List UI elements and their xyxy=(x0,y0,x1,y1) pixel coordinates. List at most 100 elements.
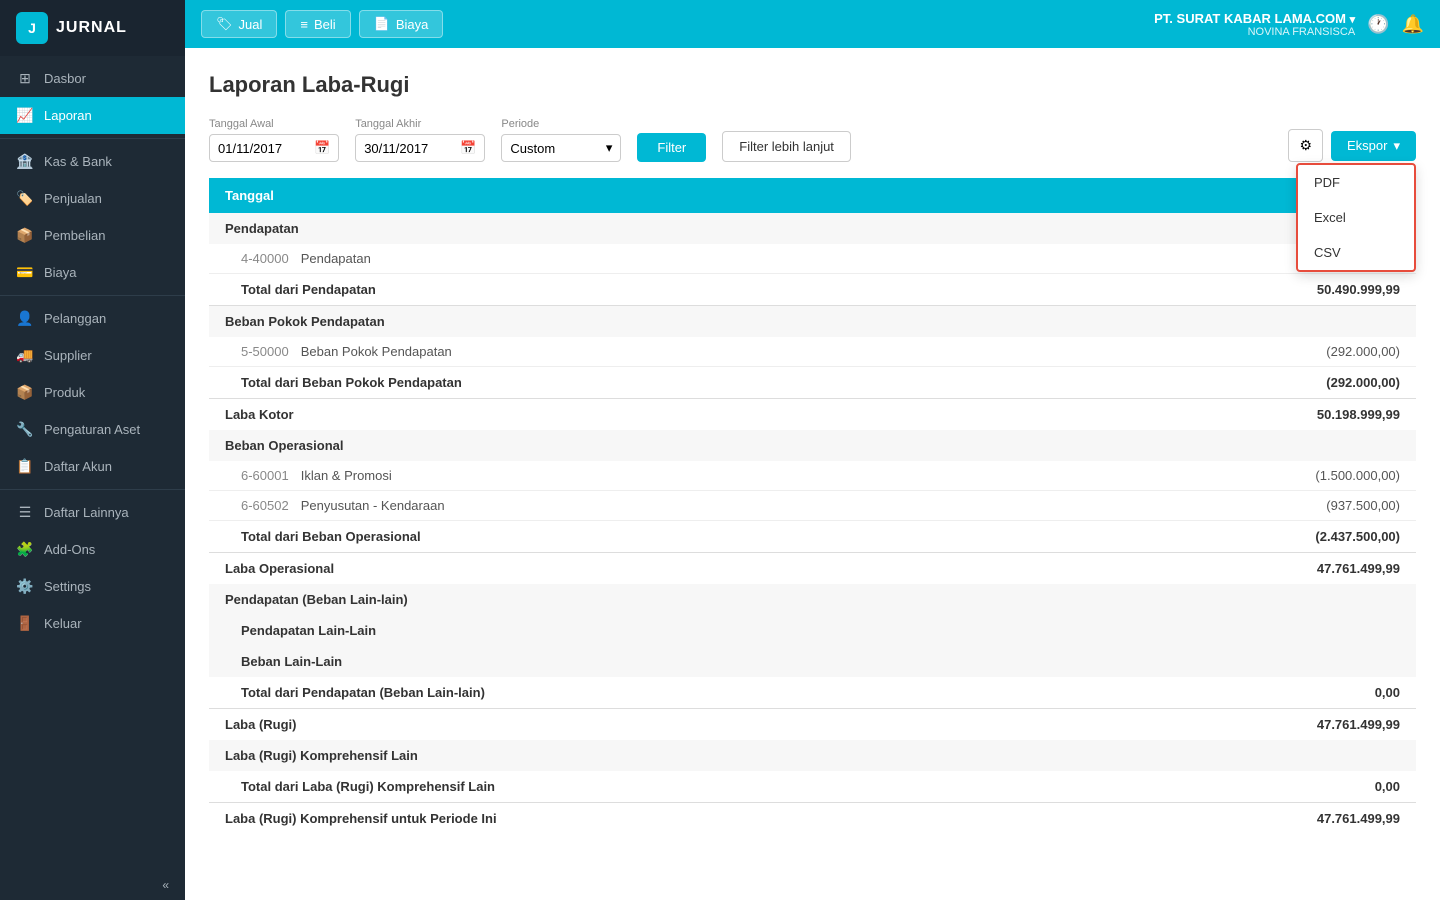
sidebar-label-biaya: Biaya xyxy=(44,265,77,280)
laba-row-value: 50.198.999,99 xyxy=(1081,399,1416,431)
produk-icon: 📦 xyxy=(16,384,34,401)
periode-label: Periode xyxy=(501,118,621,130)
sidebar-label-produk: Produk xyxy=(44,385,85,400)
company-user: NOVINA FRANSISCA xyxy=(1154,26,1355,38)
addons-icon: 🧩 xyxy=(16,541,34,558)
btn-jual-label: Jual xyxy=(239,17,263,32)
sidebar-item-dasbor[interactable]: ⊞ Dasbor xyxy=(0,60,185,97)
biaya-icon-nav: 📄 xyxy=(374,16,390,32)
logo-icon: J xyxy=(16,12,48,44)
sidebar-item-daftar-lainnya[interactable]: ☰ Daftar Lainnya xyxy=(0,494,185,531)
sidebar-label-pembelian: Pembelian xyxy=(44,228,105,243)
filter-tanggal-akhir: Tanggal Akhir 📅 xyxy=(355,118,485,162)
total-row-value: 0,00 xyxy=(1081,677,1416,709)
tanggal-akhir-label: Tanggal Akhir xyxy=(355,118,485,130)
laba-row-label: Laba Kotor xyxy=(209,399,1081,431)
top-nav: 🏷 Jual ≡ Beli 📄 Biaya PT. SURAT KABAR LA… xyxy=(185,0,1440,48)
jual-icon: 🏷 xyxy=(216,16,233,32)
total-row-label: Total dari Laba (Rugi) Komprehensif Lain xyxy=(209,771,1081,803)
section-header-cell: Pendapatan Lain-Lain xyxy=(209,615,1416,646)
btn-beli-label: Beli xyxy=(314,17,336,32)
kas-bank-icon: 🏦 xyxy=(16,153,34,170)
total-row-value: (2.437.500,00) xyxy=(1081,521,1416,553)
periode-select[interactable]: Custom ▾ xyxy=(501,134,621,162)
export-arrow-icon: ▾ xyxy=(1393,138,1400,154)
settings-button[interactable]: ⚙ xyxy=(1288,129,1323,162)
filter-button[interactable]: Filter xyxy=(637,133,706,162)
pembelian-icon: 📦 xyxy=(16,227,34,244)
row-label[interactable]: Penyusutan - Kendaraan xyxy=(301,498,445,513)
export-dropdown: PDF Excel CSV xyxy=(1296,163,1416,272)
btn-biaya[interactable]: 📄 Biaya xyxy=(359,10,444,38)
sidebar-item-produk[interactable]: 📦 Produk xyxy=(0,374,185,411)
sidebar-item-biaya[interactable]: 💳 Biaya xyxy=(0,254,185,291)
bell-icon[interactable]: 🔔 xyxy=(1402,14,1424,35)
sidebar-label-aset: Pengaturan Aset xyxy=(44,422,140,437)
sidebar-divider-3 xyxy=(0,489,185,490)
table-header-tanggal: Tanggal xyxy=(209,178,1081,213)
tanggal-awal-label: Tanggal Awal xyxy=(209,118,339,130)
sidebar-label-kas-bank: Kas & Bank xyxy=(44,154,112,169)
export-excel[interactable]: Excel xyxy=(1298,200,1414,235)
laba-row-value: 47.761.499,99 xyxy=(1081,803,1416,835)
sidebar-label-supplier: Supplier xyxy=(44,348,92,363)
sidebar: J JURNAL ⊞ Dasbor 📈 Laporan 🏦 Kas & Bank… xyxy=(0,0,185,900)
export-csv[interactable]: CSV xyxy=(1298,235,1414,270)
export-label: Ekspor xyxy=(1347,138,1387,153)
sidebar-item-kas-bank[interactable]: 🏦 Kas & Bank xyxy=(0,143,185,180)
total-row-label: Total dari Beban Pokok Pendapatan xyxy=(209,367,1081,399)
laba-row-label: Laba (Rugi) Komprehensif untuk Periode I… xyxy=(209,803,1081,835)
total-row-value: 50.490.999,99 xyxy=(1081,274,1416,306)
row-code: 6-60502 xyxy=(241,498,289,513)
sidebar-collapse-button[interactable]: « xyxy=(0,870,185,900)
main-area: 🏷 Jual ≡ Beli 📄 Biaya PT. SURAT KABAR LA… xyxy=(185,0,1440,900)
sidebar-item-penjualan[interactable]: 🏷️ Penjualan xyxy=(0,180,185,217)
row-label[interactable]: Beban Pokok Pendapatan xyxy=(301,344,452,359)
sidebar-item-pembelian[interactable]: 📦 Pembelian xyxy=(0,217,185,254)
filter-periode: Periode Custom ▾ xyxy=(501,118,621,162)
sidebar-item-laporan[interactable]: 📈 Laporan xyxy=(0,97,185,134)
total-row-value: (292.000,00) xyxy=(1081,367,1416,399)
section-header-cell: Beban Lain-Lain xyxy=(209,646,1416,677)
supplier-icon: 🚚 xyxy=(16,347,34,364)
btn-jual[interactable]: 🏷 Jual xyxy=(201,10,277,38)
filter-more-button[interactable]: Filter lebih lanjut xyxy=(722,131,851,162)
data-row-cell: 6-60001 Iklan & Promosi xyxy=(209,461,1081,491)
dasbor-icon: ⊞ xyxy=(16,70,34,87)
sidebar-item-addons[interactable]: 🧩 Add-Ons xyxy=(0,531,185,568)
sidebar-item-pelanggan[interactable]: 👤 Pelanggan xyxy=(0,300,185,337)
sidebar-nav: ⊞ Dasbor 📈 Laporan 🏦 Kas & Bank 🏷️ Penju… xyxy=(0,56,185,870)
penjualan-icon: 🏷️ xyxy=(16,190,34,207)
sidebar-item-pengaturan-aset[interactable]: 🔧 Pengaturan Aset xyxy=(0,411,185,448)
laba-row-value: 47.761.499,99 xyxy=(1081,553,1416,585)
calendar-icon-awal[interactable]: 📅 xyxy=(314,140,330,156)
data-row-value: (937.500,00) xyxy=(1081,491,1416,521)
aset-icon: 🔧 xyxy=(16,421,34,438)
calendar-icon-akhir[interactable]: 📅 xyxy=(460,140,476,156)
company-info: PT. SURAT KABAR LAMA.COM ▾ NOVINA FRANSI… xyxy=(1154,11,1355,38)
top-nav-actions: 🏷 Jual ≡ Beli 📄 Biaya xyxy=(201,10,443,38)
sidebar-item-settings[interactable]: ⚙️ Settings xyxy=(0,568,185,605)
data-row-cell: 6-60502 Penyusutan - Kendaraan xyxy=(209,491,1081,521)
sidebar-divider-1 xyxy=(0,138,185,139)
chevron-down-icon: ▾ xyxy=(606,140,613,156)
tanggal-akhir-input[interactable] xyxy=(364,141,454,156)
tanggal-akhir-input-wrap: 📅 xyxy=(355,134,485,162)
sidebar-item-daftar-akun[interactable]: 📋 Daftar Akun xyxy=(0,448,185,485)
tanggal-awal-input[interactable] xyxy=(218,141,308,156)
section-header-cell: Pendapatan xyxy=(209,213,1416,244)
sidebar-label-keluar: Keluar xyxy=(44,616,82,631)
export-button[interactable]: Ekspor ▾ xyxy=(1331,131,1416,161)
sidebar-label-daftar-akun: Daftar Akun xyxy=(44,459,112,474)
sidebar-item-keluar[interactable]: 🚪 Keluar xyxy=(0,605,185,642)
data-row-value: (292.000,00) xyxy=(1081,337,1416,367)
row-label[interactable]: Pendapatan xyxy=(301,251,371,266)
btn-beli[interactable]: ≡ Beli xyxy=(285,10,350,38)
sidebar-item-supplier[interactable]: 🚚 Supplier xyxy=(0,337,185,374)
clock-icon[interactable]: 🕐 xyxy=(1367,14,1389,35)
settings-icon: ⚙️ xyxy=(16,578,34,595)
filter-actions: ⚙ Ekspor ▾ PDF Excel CSV xyxy=(1288,129,1416,162)
export-pdf[interactable]: PDF xyxy=(1298,165,1414,200)
row-code: 6-60001 xyxy=(241,468,289,483)
row-label[interactable]: Iklan & Promosi xyxy=(301,468,392,483)
